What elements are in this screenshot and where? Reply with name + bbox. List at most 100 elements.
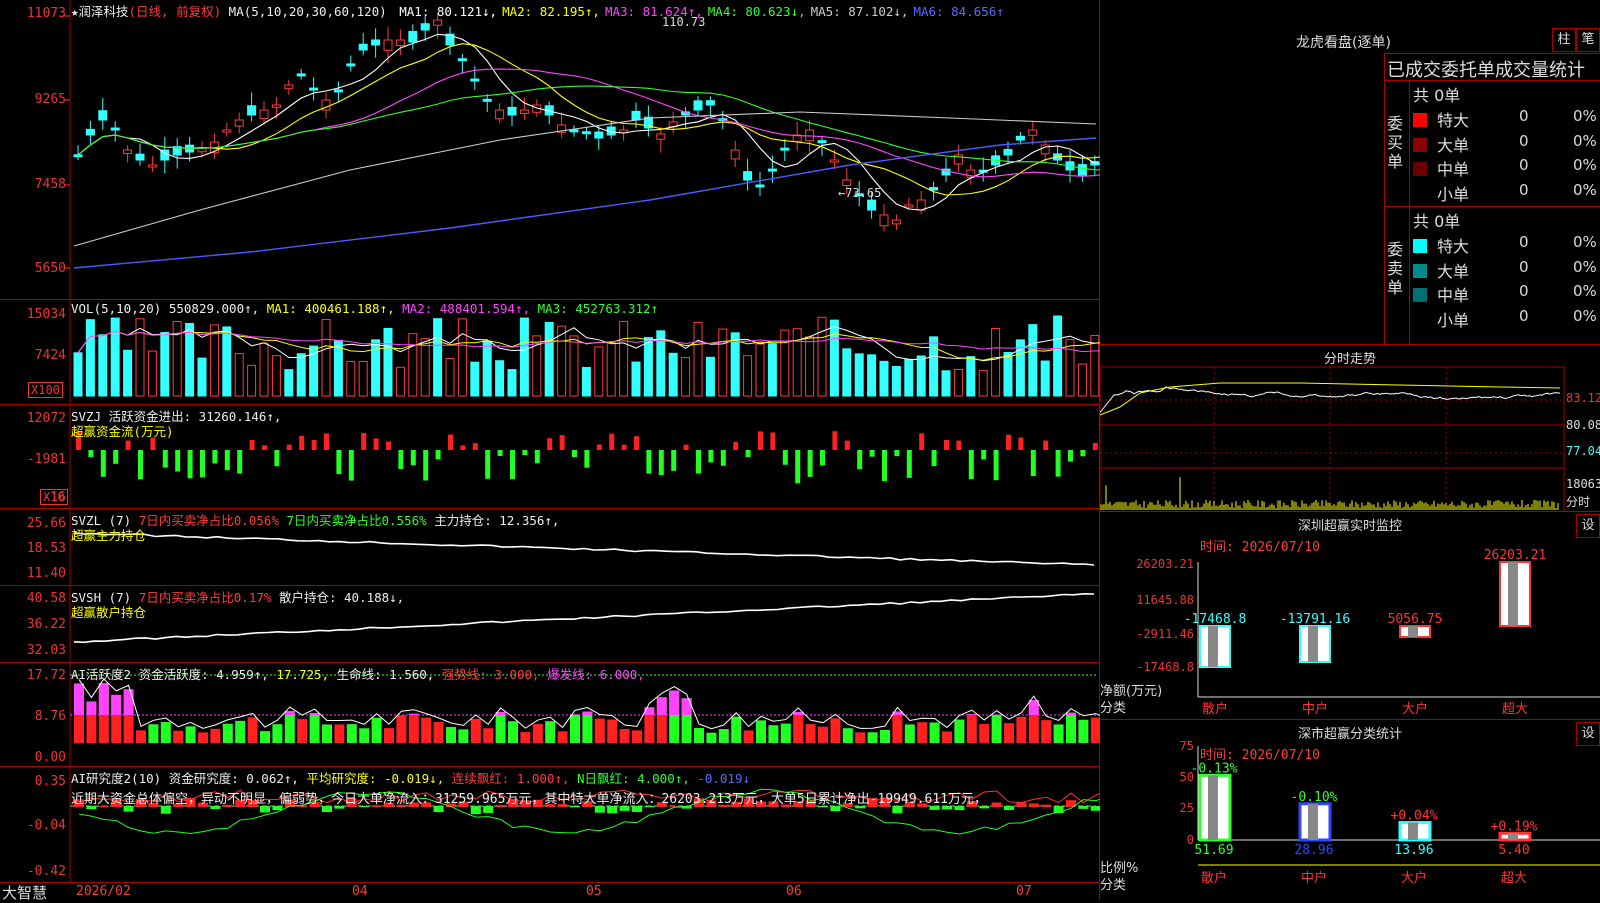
research-bar [483,806,493,813]
sz-class-chart[interactable]: 7550250-0.13%51.69散户-0.10%28.96中户+0.04%1… [1100,720,1600,900]
research-bar [1078,806,1088,809]
intraday-panel[interactable]: 分时走势 83.12 80.08 77.04 18063 分时 [1100,345,1600,512]
candle [843,180,851,186]
candle [384,40,392,50]
flow-bar [572,450,577,457]
bar-category: 大户 [1401,870,1427,886]
buy-count: 共 0单 [1413,82,1460,106]
row-value: 0 [1519,181,1529,199]
tick-mode-button[interactable]: 笔 [1576,28,1600,52]
volume-bar [446,358,454,396]
flow-bar [287,445,292,450]
sz-class-xlabel: 分类 [1100,874,1126,893]
active-bar [830,718,840,743]
chart-area[interactable]: ★润泽科技(日线, 前复权) MA(5,10,20,30,60,120) MA1… [0,0,1100,900]
volume-bar [607,343,615,396]
active-bar [508,721,518,743]
svzj-panel[interactable]: SVZJ 活跃资金进出: 31260.146↑, 超赢资金流(万元) X10 [0,405,1100,509]
sz-class-panel[interactable]: 深市超赢分类统计 设 时间: 2026/07/10 7550250-0.13%5… [1100,720,1600,900]
ai-research-panel[interactable]: AI研究度2(10) 资金研究度: 0.062↑, 平均研究度: -0.019↓… [0,767,1100,882]
svzl-subtitle: 超赢主力持仓 [71,525,146,544]
active-bar [979,724,989,743]
volume-bar [248,365,256,396]
active-bar [843,728,853,743]
date-tick-3: 06 [786,884,802,899]
volume-bar [458,319,466,396]
volume-panel[interactable]: VOL(5,10,20) 550829.000↑, MA1: 400461.18… [0,300,1100,405]
candle [235,120,243,126]
row-value: 0 [1519,307,1529,325]
active-bar-top [74,683,84,715]
row-pct: 0% [1573,307,1597,325]
candle [706,101,714,105]
sell-row: 小单00% [1413,307,1599,331]
flow-bar [969,450,974,479]
flow-bar [919,433,924,450]
sz-monitor-chart[interactable]: 26203.2111645.88-2911.46-17468.8-17468.8… [1100,512,1600,720]
active-bar [595,719,605,743]
candle [657,134,665,139]
candlestick-chart[interactable] [0,0,1100,300]
longhu-title: 龙虎看盘(逐单) [1296,32,1391,52]
volume-bar [781,330,789,396]
active-bar [558,731,568,743]
date-axis: 大智慧 2026/02 04 05 06 07 [0,882,1100,901]
volume-bar [1054,316,1062,396]
active-bar [223,724,233,743]
research-bar [607,806,617,813]
active-bar [161,722,171,743]
flow-bar [994,450,999,480]
flow-bar [733,442,738,450]
longhu-panel[interactable]: 龙虎看盘(逐单) 柱 笔 已成交委托单成交量统计 委买单 委卖单 共 0单特大0… [1100,0,1600,345]
row-value: 0 [1519,233,1529,251]
date-tick-1: 04 [352,884,368,899]
volume-bar [384,328,392,396]
intraday-price-2: 77.04 [1566,444,1600,458]
active-bar [793,712,803,743]
row-value: 0 [1519,132,1529,150]
y-tick: 11.40 [0,566,66,581]
candle [756,185,764,187]
volume-bar [644,338,652,396]
bar-mode-button[interactable]: 柱 [1552,28,1576,52]
active-bar [880,730,890,743]
price-panel[interactable]: ★润泽科技(日线, 前复权) MA(5,10,20,30,60,120) MA1… [0,0,1100,300]
row-value: 0 [1519,258,1529,276]
candle [285,85,293,88]
date-tick-2: 05 [586,884,602,899]
volume-bar [285,370,293,396]
candle [297,74,305,76]
volume-bar [1004,352,1012,396]
bar-category: 中户 [1302,701,1328,717]
volume-bar [806,337,814,396]
color-swatch [1413,162,1427,176]
ai-active-panel[interactable]: AI活跃度2 资金活跃度: 4.959↑, 17.725, 生命线: 1.560… [0,663,1100,767]
flow-bar [188,450,193,478]
flow-bar [981,450,986,459]
svsh-panel[interactable]: SVSH (7) 7日内买卖净占比0.17% 散户持仓: 40.188↓, 超赢… [0,586,1100,663]
row-value: 0 [1519,107,1529,125]
candle [595,132,603,138]
volume-bar [868,355,876,396]
flow-bar [659,450,664,475]
flow-bar [113,450,118,464]
candle [396,40,404,45]
date-tick-0: 2026/02 [76,884,131,899]
sz-monitor-panel[interactable]: 深圳超赢实时监控 设 时间: 2026/07/10 26203.2111645.… [1100,512,1600,720]
svzl-panel[interactable]: SVZL (7) 7日内买卖净占比0.056% 7日内买卖净占比0.556% 主… [0,509,1100,586]
volume-bar [768,344,776,396]
active-bar [1091,718,1100,743]
active-bar [1004,723,1014,743]
ma-value-6: MA6: 84.656↑ [913,4,1003,19]
y-tick: 25.66 [0,516,66,531]
class-bar-shade [1508,833,1518,840]
intraday-chart[interactable] [1100,345,1600,512]
volume-bar [1078,364,1086,396]
active-bar-top [310,713,320,715]
flow-bar [845,441,850,450]
svzj-subtitle: 超赢资金流(万元) [71,421,174,440]
candle [434,20,442,25]
candle [334,90,342,92]
volume-bar [992,328,1000,396]
flow-bar [808,450,813,477]
